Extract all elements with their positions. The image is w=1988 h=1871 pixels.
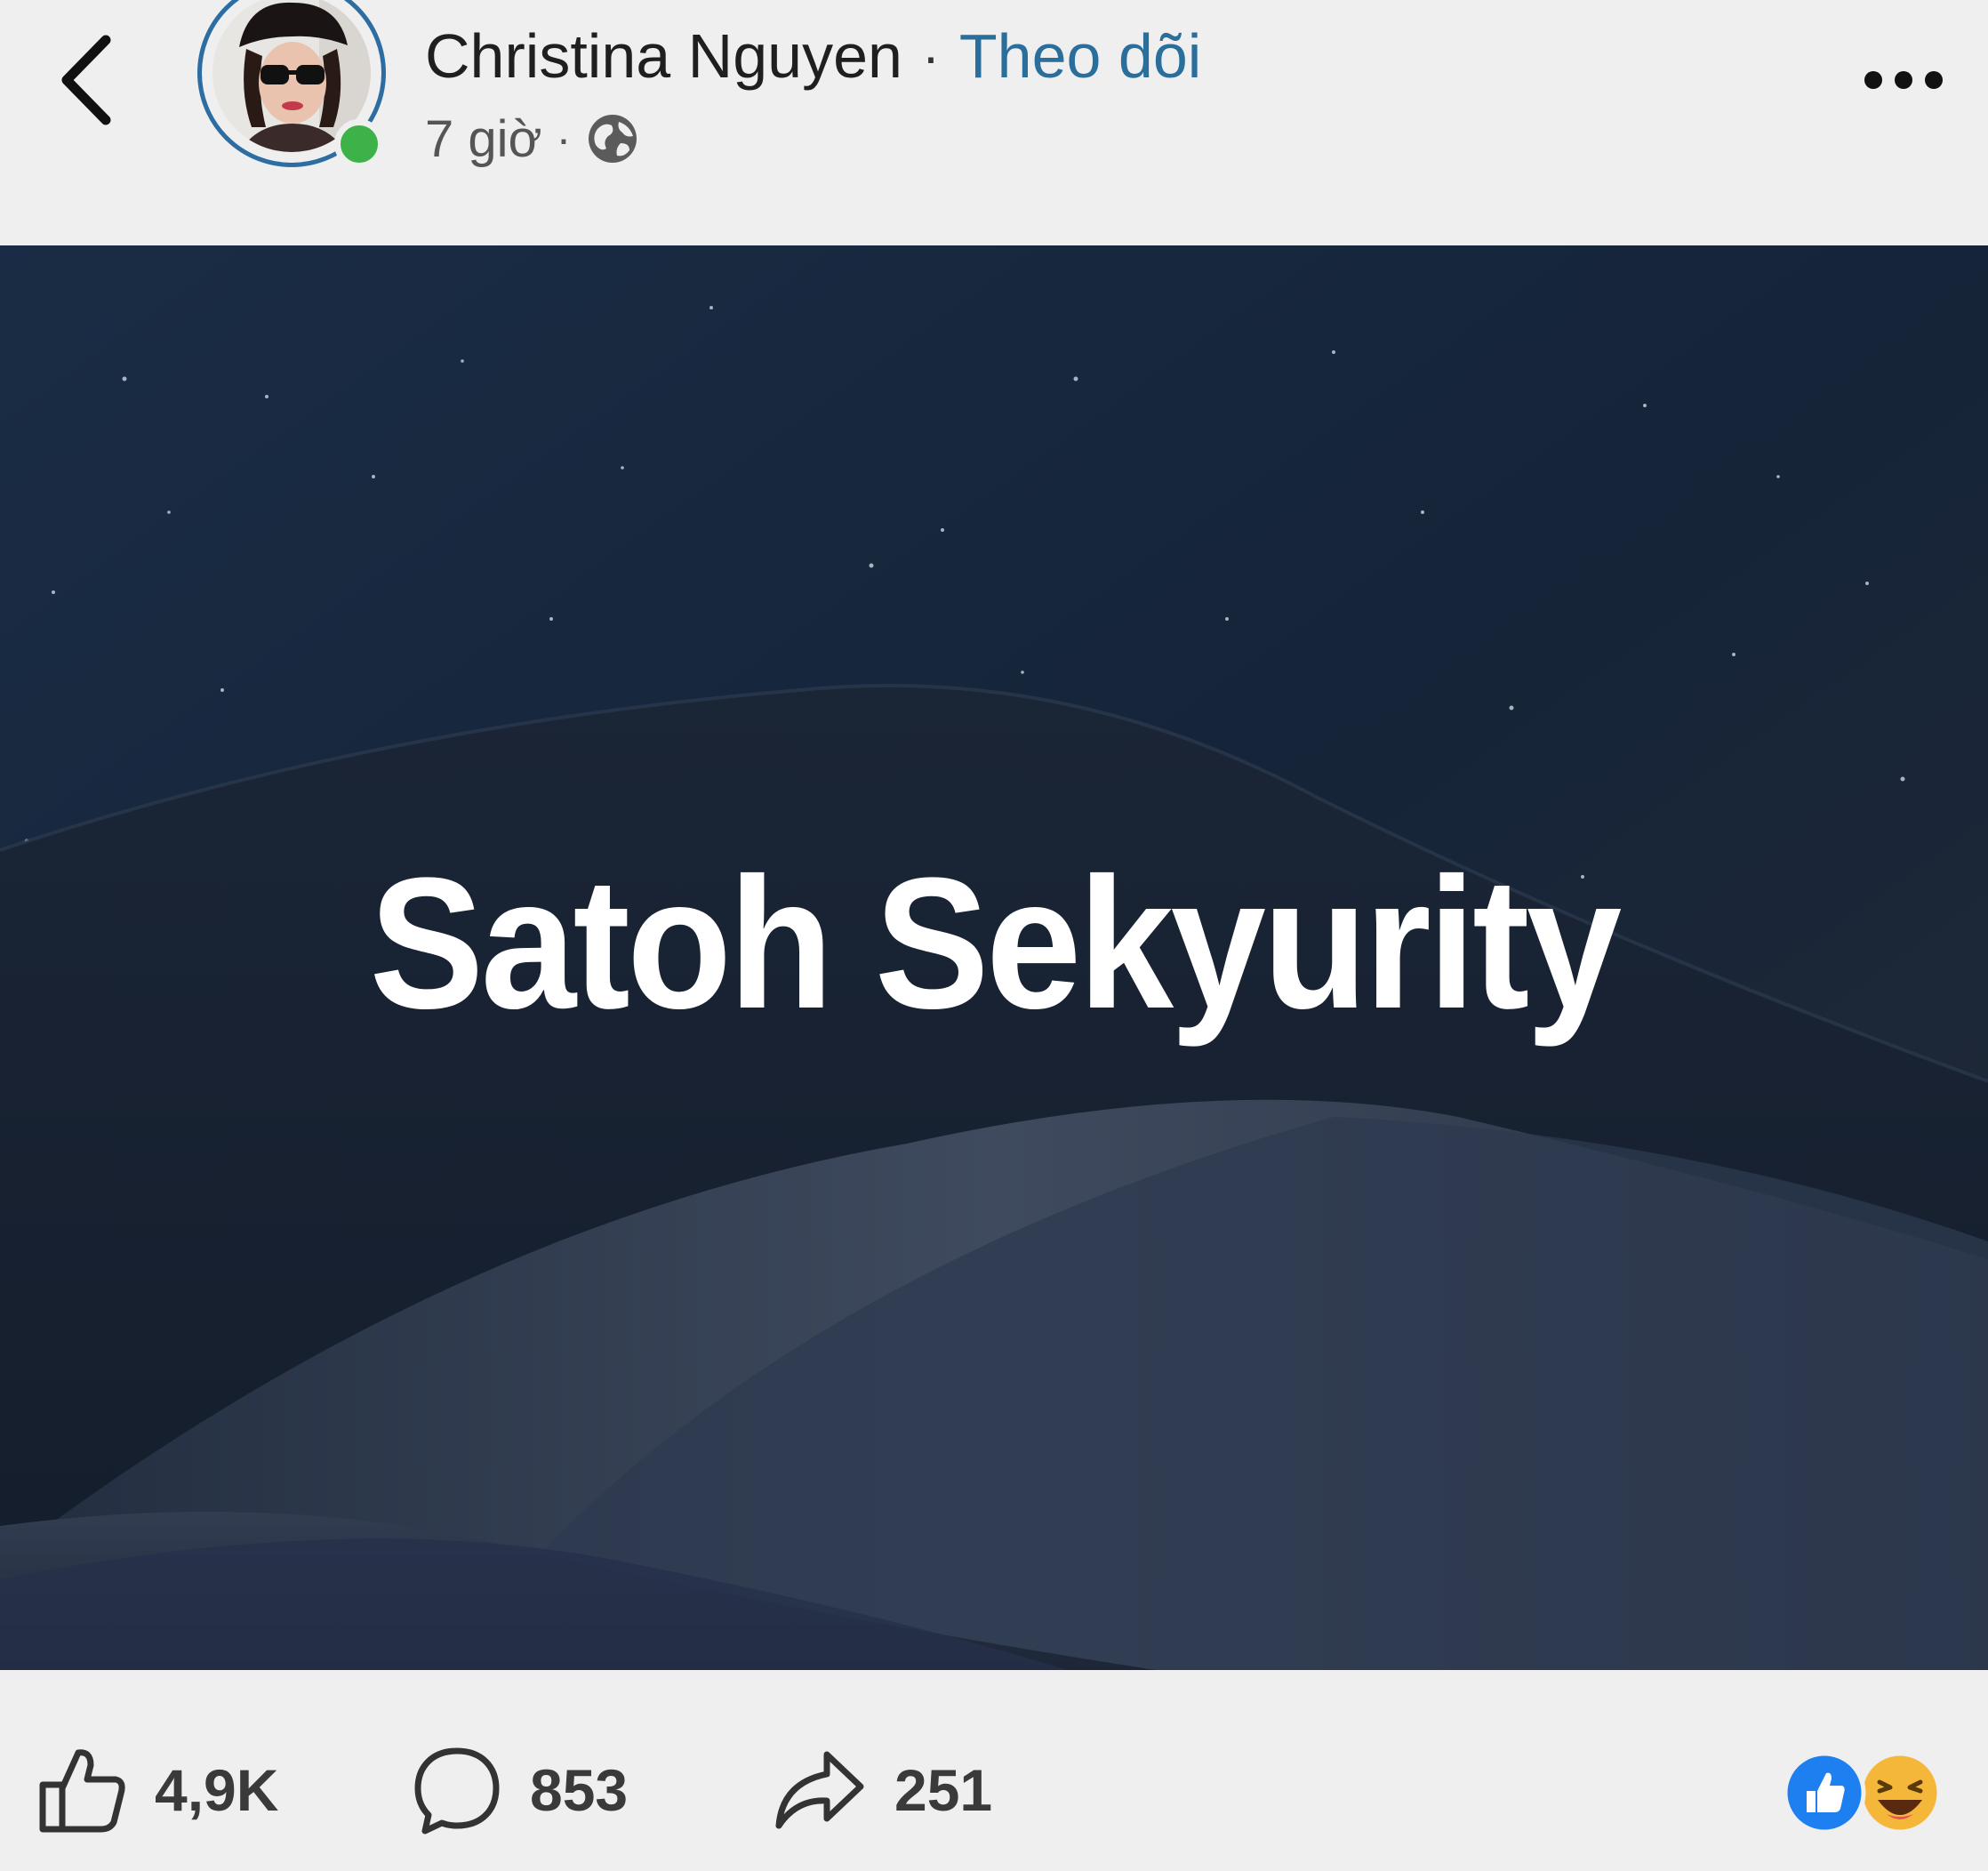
online-status-dot bbox=[334, 119, 384, 169]
globe-icon[interactable] bbox=[585, 111, 640, 166]
post-meta: 7 giờ · bbox=[425, 103, 640, 174]
author-line: Christina Nguyen · Theo dõi bbox=[425, 16, 1201, 96]
thumbs-up-icon bbox=[39, 1749, 125, 1833]
post-actions-bar: 4,9K 853 251 bbox=[0, 1670, 1988, 1871]
more-dots-icon bbox=[1864, 71, 1943, 89]
like-count: 4,9K bbox=[155, 1757, 279, 1823]
more-options-button[interactable] bbox=[1855, 53, 1952, 107]
share-button[interactable]: 251 bbox=[770, 1741, 992, 1839]
share-count: 251 bbox=[894, 1757, 993, 1823]
like-button[interactable]: 4,9K bbox=[36, 1741, 278, 1839]
post-image[interactable]: Satoh Sekyurity bbox=[0, 245, 1988, 1670]
comment-bubble-icon bbox=[414, 1747, 500, 1835]
haha-reaction-icon bbox=[1858, 1751, 1942, 1835]
separator-dot: · bbox=[921, 26, 940, 86]
like-reaction-icon bbox=[1783, 1751, 1866, 1835]
meta-separator-dot: · bbox=[556, 114, 572, 164]
comment-count: 853 bbox=[530, 1757, 629, 1823]
post-time: 7 giờ bbox=[425, 109, 542, 168]
comment-button[interactable]: 853 bbox=[411, 1741, 628, 1839]
author-name[interactable]: Christina Nguyen bbox=[425, 20, 902, 92]
chevron-left-icon bbox=[61, 35, 111, 125]
follow-link[interactable]: Theo dõi bbox=[959, 20, 1201, 92]
post-header: Christina Nguyen · Theo dõi 7 giờ · bbox=[0, 0, 1988, 245]
reactions-summary[interactable] bbox=[1780, 1748, 1949, 1837]
image-text: Satoh Sekyurity bbox=[369, 839, 1622, 1048]
post-screen: Christina Nguyen · Theo dõi 7 giờ · Sato… bbox=[0, 0, 1988, 1871]
back-button[interactable] bbox=[43, 27, 132, 133]
author-avatar[interactable] bbox=[197, 0, 393, 174]
share-arrow-icon bbox=[775, 1751, 864, 1829]
